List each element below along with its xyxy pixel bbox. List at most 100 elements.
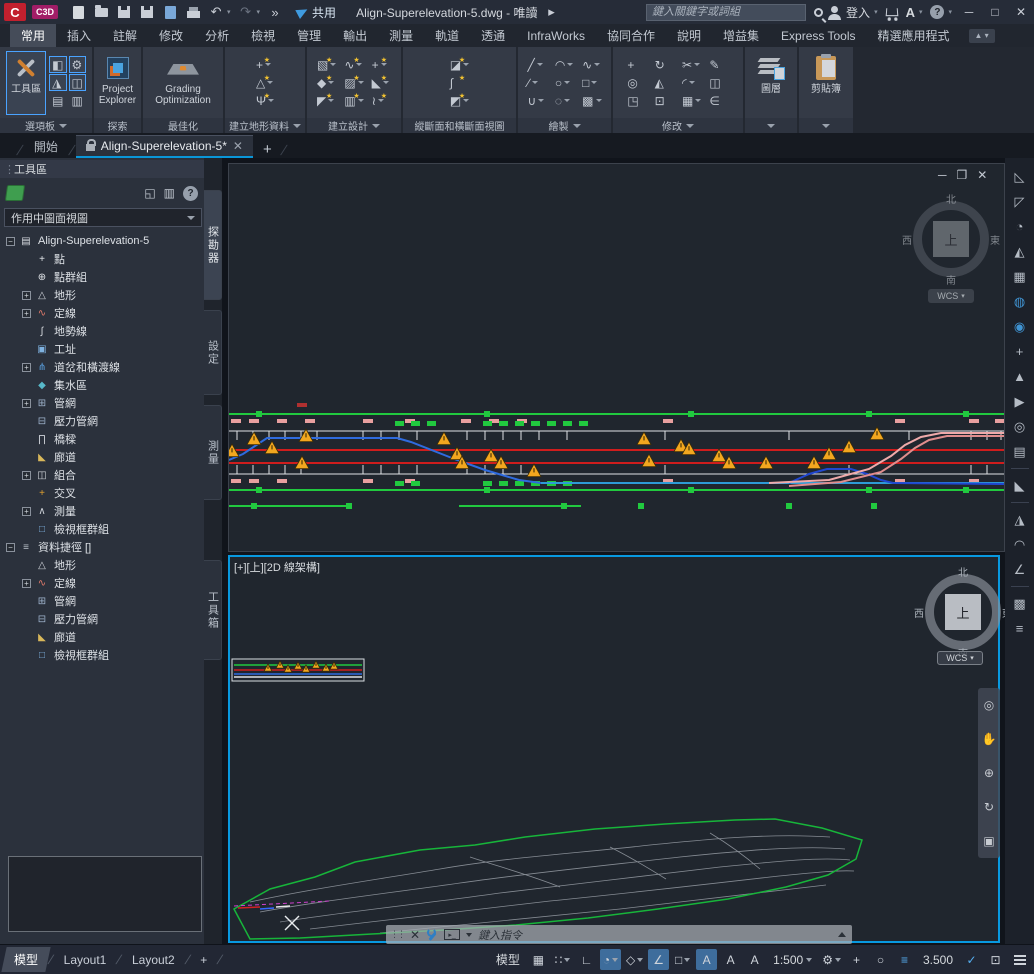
wcs-menu-top[interactable]: WCS▾ [928,289,974,303]
export-icon[interactable] [162,4,178,20]
pline-edit-button[interactable]: ∪ [524,92,549,109]
viewcube-top[interactable]: 北 南 西 東 上 [906,194,996,284]
expand-plus-icon[interactable]: + [22,507,31,516]
autodesk-app-icon[interactable]: A [906,5,915,20]
panel-label-modify[interactable]: 修改 [613,118,743,133]
triangle-pointer-icon[interactable]: ◸ [1009,191,1031,212]
toolbox-palette-button[interactable]: ◫ [69,74,86,91]
dropdown-caret-icon[interactable] [695,99,701,102]
angle-ruler-icon[interactable]: ◭ [1009,241,1031,262]
qat-overflow-icon[interactable]: ▸ [543,4,559,20]
tree-item-11[interactable]: ∏橋樑 [2,430,202,448]
arc-button[interactable]: ◠ [552,56,577,73]
dropdown-caret-icon[interactable] [637,958,643,962]
object-snap-icon[interactable]: □ [672,949,693,970]
wcs-menu-bottom[interactable]: WCS▾ [937,651,983,665]
autoscale-icon[interactable]: A [720,949,741,970]
intersection-create-button[interactable]: +★ [369,56,394,73]
panel-label-profile-section[interactable]: 縱斷面和橫斷面視圖 [403,118,516,133]
ribbon-tab-9[interactable]: 軌道 [424,24,470,47]
settings-palette-button[interactable]: ⚙ [69,56,86,73]
project-explorer-button[interactable]: Project Explorer [94,51,141,115]
quick-profile-button[interactable]: ∫★ [447,74,472,91]
curve-tools-icon[interactable]: ◠ [1009,534,1031,555]
tree-item-4[interactable]: +∿定線 [2,304,202,322]
viewcube-east[interactable]: 東 [990,232,1000,247]
ribbon-tab-12[interactable]: 協同合作 [596,24,666,47]
close-tab-icon[interactable]: ✕ [233,139,243,153]
ribbon-tab-4[interactable]: 分析 [194,24,240,47]
stretch-button[interactable]: ◳ [624,92,649,109]
ribbon-tab-7[interactable]: 輸出 [332,24,378,47]
mirror-button[interactable]: ◭ [652,74,677,91]
dropdown-caret-icon[interactable] [591,81,597,84]
panel-label-explore[interactable]: 探索 [94,118,141,133]
tree-item-5[interactable]: ∫地勢線 [2,322,202,340]
recent-commands-caret-icon[interactable] [466,933,472,937]
dropdown-caret-icon[interactable] [594,63,600,66]
sheet-grid-icon[interactable]: ▦ [1009,266,1031,287]
maximize-button[interactable]: □ [986,5,1004,19]
dropdown-caret-icon[interactable] [537,63,543,66]
viewcube-west[interactable]: 西 [902,232,912,247]
save-icon[interactable] [116,4,132,20]
tree-item-13[interactable]: +◫組合 [2,466,202,484]
toolspace-tab-0[interactable]: 探勘器 [204,190,222,300]
tree-item-1[interactable]: +點 [2,250,202,268]
panel-label-clipboard[interactable] [799,118,853,133]
tree-item-18[interactable]: △地形 [2,556,202,574]
layout-tab-Layout1[interactable]: Layout1 [54,949,117,971]
tree-item-14[interactable]: +交叉 [2,484,202,502]
help-icon[interactable]: ? [930,5,944,19]
fillet-button[interactable]: ◜ [679,74,704,91]
dropdown-caret-icon[interactable] [806,958,812,962]
dropdown-caret-icon[interactable] [564,958,570,962]
file-tab-active[interactable]: Align-Superelevation-5* ✕ [76,135,253,158]
command-history-icon[interactable] [838,932,846,937]
qat-more-icon[interactable]: » [267,4,283,20]
geolocation-icon[interactable]: ◉ [1009,316,1031,337]
traverse-menu-button[interactable]: Ψ★ [253,92,277,109]
offset-button[interactable]: ∈ [706,92,731,109]
profile-create-button[interactable]: ◤★ [314,92,339,109]
open-file-icon[interactable] [93,4,109,20]
circle-button[interactable]: ○ [552,74,577,91]
tree-item-20[interactable]: ⊞管網 [2,592,202,610]
isolate-objects-icon[interactable]: ○ [870,949,891,970]
navigation-wheel-icon[interactable]: ◎ [984,698,994,712]
construction-line-button[interactable]: ∕ [524,74,549,91]
panel-label-terrain[interactable]: 建立地形資料 [225,118,305,133]
panel-label-optimize[interactable]: 最佳化 [143,118,223,133]
viewcube-west[interactable]: 西 [914,605,924,620]
viewcube-north[interactable]: 北 [906,191,996,206]
ribbon-tab-10[interactable]: 透通 [470,24,516,47]
ellipse-button[interactable]: ◌ [552,92,577,109]
new-file-icon[interactable] [70,4,86,20]
tree-item-17[interactable]: −≡資料捷徑 [] [2,538,202,556]
tree-item-15[interactable]: +∧測量 [2,502,202,520]
command-input[interactable]: 鍵入指令 [478,927,832,943]
grid-display-icon[interactable]: ▦ [528,949,549,970]
line-button[interactable]: ╱ [524,56,549,73]
copy-button[interactable]: ◎ [624,74,649,91]
ribbon-tab-14[interactable]: 增益集 [712,24,770,47]
pipe-network-create-button[interactable]: ≀★ [369,92,394,109]
workspace-switching-icon[interactable]: ⚙ [820,949,843,970]
tree-item-23[interactable]: □檢視框群組 [2,646,202,664]
expand-plus-icon[interactable]: + [22,363,31,372]
expand-plus-icon[interactable]: + [22,399,31,408]
layers-button[interactable]: 圖層 [753,51,789,115]
surfaces-menu-button[interactable]: △★ [253,74,277,91]
layout-tab-模型[interactable]: 模型 [1,947,50,972]
viewport-top[interactable]: 北 南 西 東 上 WCS▾ [228,163,1005,552]
viewcube-top-face[interactable]: 上 [945,594,981,630]
point-cursor-icon[interactable]: ▲ [1009,366,1031,387]
ribbon-tab-13[interactable]: 說明 [666,24,712,47]
command-line-bar[interactable]: ⋮⋮ ✕ ▸_ 鍵入指令 [386,925,852,944]
parcel-create-button[interactable]: ▧★ [314,56,339,73]
panel-label-draw[interactable]: 繪製 [518,118,611,133]
toolspace-tab-3[interactable]: 工具箱 [204,560,222,660]
tree-item-2[interactable]: ⊕點群組 [2,268,202,286]
panel-label-palettes[interactable]: 選項板 [0,118,92,133]
feature-line-create-button[interactable]: ◆★ [314,74,339,91]
